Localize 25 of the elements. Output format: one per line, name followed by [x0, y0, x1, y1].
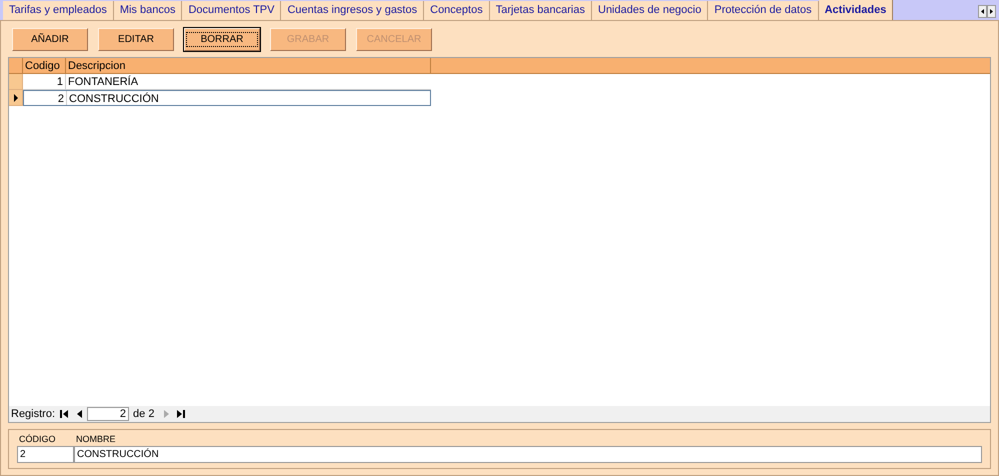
tab[interactable]: Documentos TPV: [182, 1, 282, 20]
tab[interactable]: Tarjetas bancarias: [490, 1, 592, 20]
input-field[interactable]: CONSTRUCCIÓN: [74, 446, 982, 463]
action-button[interactable]: BORRAR: [184, 28, 260, 51]
field-label: CÓDIGO: [18, 432, 57, 446]
tab[interactable]: Cuentas ingresos y gastos: [281, 1, 424, 20]
column-header[interactable]: Codigo: [23, 58, 66, 73]
tab[interactable]: Mis bancos: [114, 1, 182, 20]
table-cell-text: CONSTRUCCIÓN: [68, 92, 160, 105]
table-cell: 1: [23, 74, 66, 89]
column-header[interactable]: Descripcion: [66, 58, 431, 73]
action-button[interactable]: AÑADIR: [12, 28, 88, 51]
record-count: de 2: [133, 406, 154, 422]
record-number-field[interactable]: 2: [87, 407, 130, 421]
tab[interactable]: Conceptos: [424, 1, 490, 20]
table-cell-text: FONTANERÍA: [67, 74, 140, 89]
tab[interactable]: Tarifas y empleados: [3, 1, 114, 20]
tab[interactable]: Protección de datos: [708, 1, 819, 20]
tab[interactable]: Actividades: [818, 0, 894, 20]
navigator-label: Registro:: [11, 406, 56, 422]
field-label: NOMBRE: [75, 432, 117, 446]
table-cell: 2: [24, 91, 67, 105]
tab[interactable]: Unidades de negocio: [592, 1, 708, 20]
input-field[interactable]: 2: [17, 446, 74, 463]
action-button[interactable]: EDITAR: [98, 28, 174, 51]
